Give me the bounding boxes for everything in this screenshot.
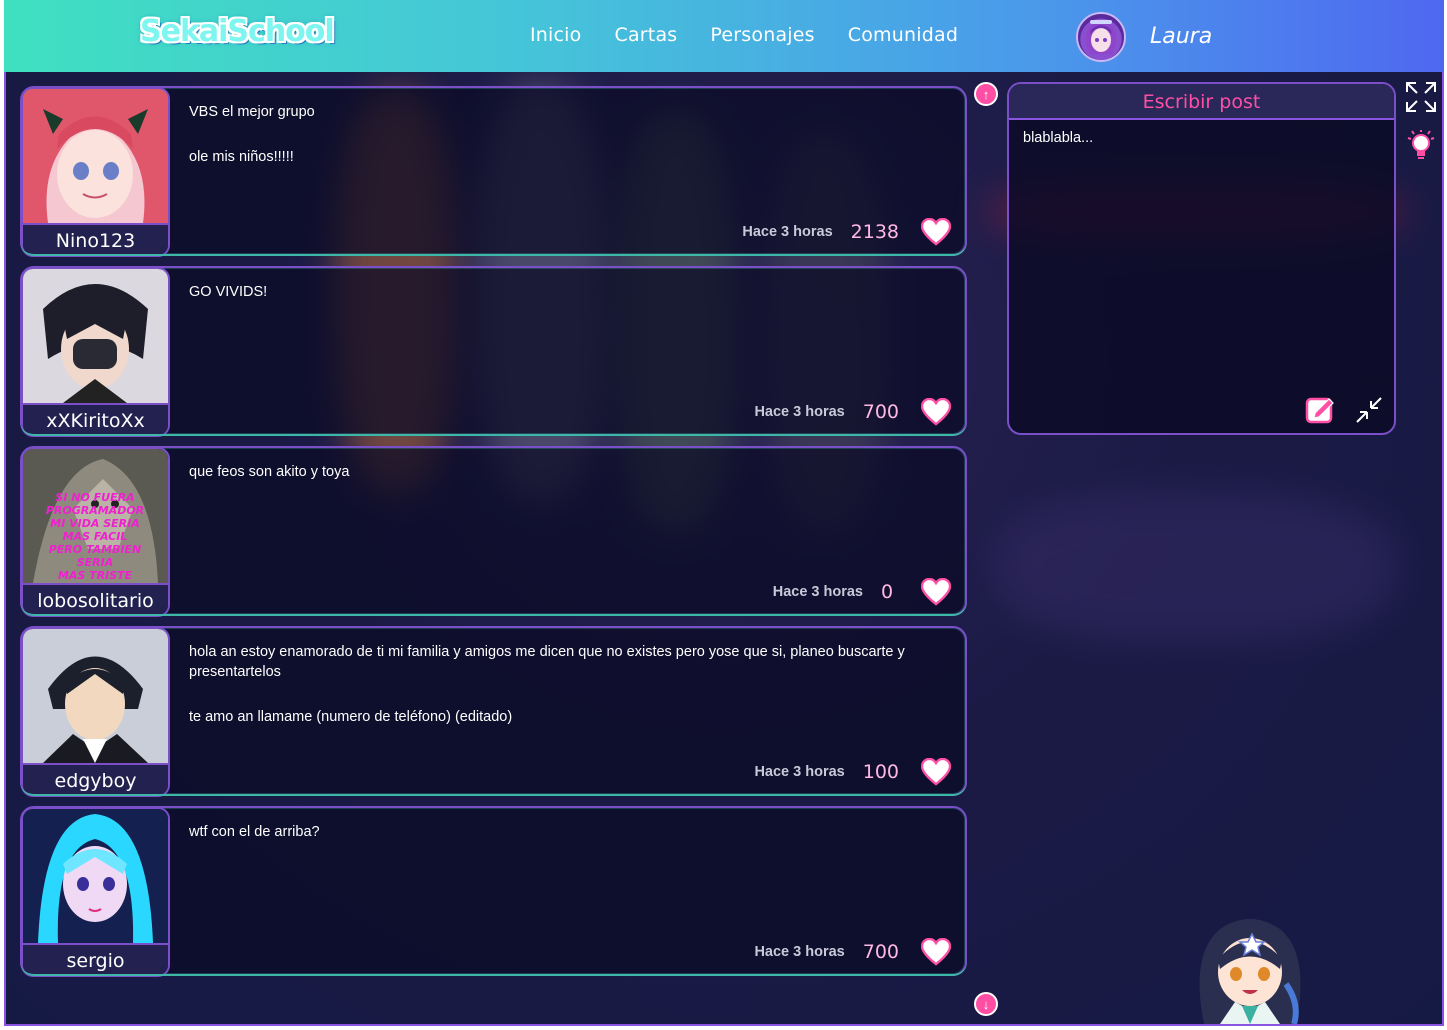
post-meta: Hace 3 horas 700 [754, 938, 951, 966]
svg-text:MAS TRISTE: MAS TRISTE [58, 569, 133, 582]
heart-icon[interactable] [921, 578, 951, 606]
background-figure [996, 492, 1396, 642]
like-count: 0 [881, 581, 894, 603]
avatar-image [23, 89, 168, 223]
svg-text:SI NO FUERA: SI NO FUERA [55, 491, 134, 504]
community-feed: Nino123 VBS el mejor grupo ole mis niños… [4, 72, 1444, 1026]
post-card: Nino123 VBS el mejor grupo ole mis niños… [20, 86, 967, 257]
arrow-down-icon: ↓ [982, 996, 990, 1012]
svg-text:MI VIDA SERIA: MI VIDA SERIA [50, 517, 139, 530]
like-count: 700 [862, 401, 899, 423]
post-card: xXKiritoXx GO VIVIDS! Hace 3 horas 700 [20, 266, 967, 437]
user-name[interactable]: Laura [1150, 24, 1212, 49]
post-avatar[interactable]: xXKiritoXx [21, 267, 170, 437]
heart-icon[interactable] [921, 938, 951, 966]
post-avatar[interactable]: SI NO FUERA PROGRAMADOR MI VIDA SERIA MA… [21, 447, 170, 617]
post-paragraph: que feos son akito y toya [189, 464, 350, 480]
post-body: GO VIVIDS! [189, 282, 949, 327]
heart-icon[interactable] [921, 218, 951, 246]
avatar-face-icon [1085, 20, 1117, 54]
post-time: Hace 3 horas [754, 764, 845, 780]
post-meta: Hace 3 horas 0 [773, 578, 951, 606]
write-post-title: Escribir post [1009, 84, 1394, 120]
post-time: Hace 3 horas [754, 944, 845, 960]
edit-icon[interactable] [1305, 394, 1335, 424]
logo[interactable]: SekaiSchool [140, 14, 335, 49]
post-body: que feos son akito y toya [189, 462, 949, 507]
post-author[interactable]: lobosolitario [23, 583, 168, 615]
nav-cartas[interactable]: Cartas [614, 24, 677, 46]
arrow-up-icon: ↑ [982, 86, 990, 102]
post-meta: Hace 3 horas 700 [754, 398, 951, 426]
post-time: Hace 3 horas [742, 224, 833, 240]
scroll-up-button[interactable]: ↑ [974, 82, 998, 106]
post-paragraph: te amo an llamame (numero de teléfono) (… [189, 709, 513, 725]
post-author[interactable]: sergio [23, 943, 168, 975]
heart-icon[interactable] [921, 758, 951, 786]
svg-text:SERIA: SERIA [77, 556, 114, 569]
scroll-down-button[interactable]: ↓ [974, 992, 998, 1016]
post-author[interactable]: xXKiritoXx [23, 403, 168, 435]
like-count: 700 [862, 941, 899, 963]
nav-personajes[interactable]: Personajes [710, 24, 814, 46]
post-card: edgyboy hola an estoy enamorado de ti mi… [20, 626, 967, 797]
post-meta: Hace 3 horas 100 [754, 758, 951, 786]
post-avatar[interactable]: edgyboy [21, 627, 170, 797]
collapse-icon[interactable] [1353, 394, 1385, 426]
post-avatar[interactable]: sergio [21, 807, 170, 977]
avatar-image [23, 269, 168, 403]
post-card: sergio wtf con el de arriba? Hace 3 hora… [20, 806, 967, 977]
post-body: VBS el mejor grupo ole mis niños!!!!! [189, 102, 949, 192]
svg-text:PROGRAMADOR: PROGRAMADOR [46, 504, 144, 517]
post-body: wtf con el de arriba? [189, 822, 949, 867]
like-count: 100 [862, 761, 899, 783]
write-post-panel: Escribir post [1007, 82, 1396, 435]
post-paragraph: wtf con el de arriba? [189, 824, 320, 840]
main-nav: Inicio Cartas Personajes Comunidad [530, 24, 991, 46]
post-author[interactable]: Nino123 [23, 223, 168, 255]
avatar-image: SI NO FUERA PROGRAMADOR MI VIDA SERIA MA… [23, 449, 168, 583]
post-author[interactable]: edgyboy [23, 763, 168, 795]
nav-inicio[interactable]: Inicio [530, 24, 581, 46]
top-bar: SekaiSchool Inicio Cartas Personajes Com… [4, 0, 1444, 72]
mascot-character[interactable] [1190, 914, 1310, 1024]
heart-icon[interactable] [921, 398, 951, 426]
post-paragraph: VBS el mejor grupo [189, 104, 315, 120]
user-avatar[interactable] [1076, 12, 1126, 62]
post-input[interactable] [1023, 130, 1383, 380]
svg-text:PERO TAMBIEN: PERO TAMBIEN [49, 543, 142, 556]
post-paragraph: ole mis niños!!!!! [189, 149, 294, 165]
post-meta: Hace 3 horas 2138 [742, 218, 951, 246]
nav-comunidad[interactable]: Comunidad [848, 24, 958, 46]
post-body: hola an estoy enamorado de ti mi familia… [189, 642, 949, 752]
post-card: SI NO FUERA PROGRAMADOR MI VIDA SERIA MA… [20, 446, 967, 617]
post-time: Hace 3 horas [754, 404, 845, 420]
lightbulb-icon[interactable] [1406, 130, 1436, 162]
post-time: Hace 3 horas [772, 584, 863, 600]
post-paragraph: hola an estoy enamorado de ti mi familia… [189, 644, 905, 680]
post-avatar[interactable]: Nino123 [21, 87, 170, 257]
like-count: 2138 [850, 221, 899, 243]
expand-icon[interactable] [1404, 80, 1438, 114]
avatar-image [23, 629, 168, 763]
post-paragraph: GO VIVIDS! [189, 284, 268, 300]
svg-text:MAS FACIL: MAS FACIL [63, 530, 128, 543]
avatar-image [23, 809, 168, 943]
